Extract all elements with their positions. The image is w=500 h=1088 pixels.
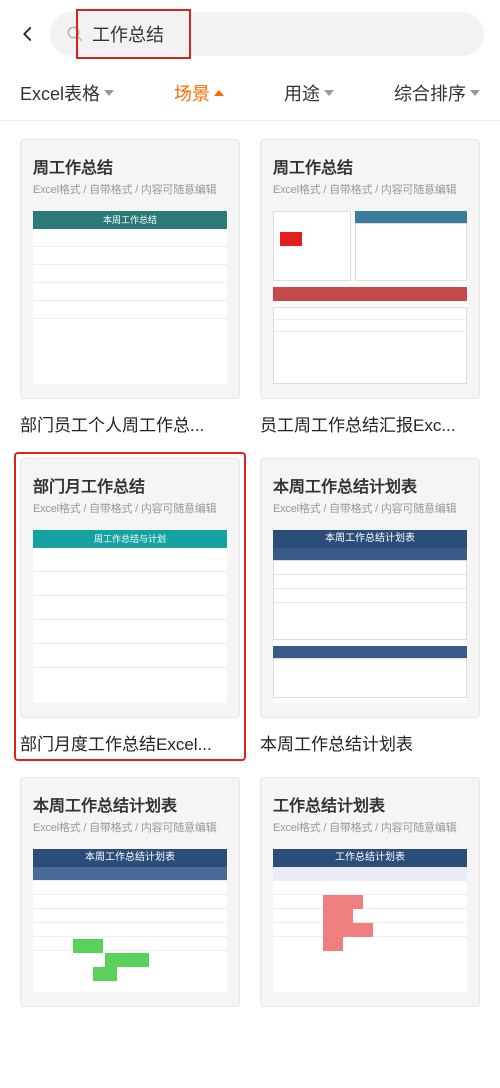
template-caption: 员工周工作总结汇报Exc... (260, 411, 480, 436)
template-thumbnail: 部门月工作总结 Excel格式 / 自带格式 / 内容可随意编辑 周工作总结与计… (20, 458, 240, 718)
template-grid: 周工作总结 Excel格式 / 自带格式 / 内容可随意编辑 本周工作总结 部门… (0, 121, 500, 1025)
template-card[interactable]: 周工作总结 Excel格式 / 自带格式 / 内容可随意编辑 本周工作总结 部门… (20, 139, 240, 436)
thumb-preview: 周工作总结与计划 (33, 530, 227, 703)
thumb-subtitle: Excel格式 / 自带格式 / 内容可随意编辑 (273, 181, 467, 197)
header: 工作总结 (0, 0, 500, 78)
thumb-subtitle: Excel格式 / 自带格式 / 内容可随意编辑 (33, 181, 227, 197)
thumb-preview: 工作总结计划表 (273, 849, 467, 992)
chevron-down-icon (104, 90, 114, 96)
thumb-subtitle: Excel格式 / 自带格式 / 内容可随意编辑 (33, 500, 227, 516)
back-button[interactable] (16, 22, 40, 46)
template-card[interactable]: 周工作总结 Excel格式 / 自带格式 / 内容可随意编辑 (260, 139, 480, 436)
thumb-title: 本周工作总结计划表 (273, 473, 467, 497)
thumb-subtitle: Excel格式 / 自带格式 / 内容可随意编辑 (273, 500, 467, 516)
thumb-title: 部门月工作总结 (33, 473, 227, 497)
template-card[interactable]: 本周工作总结计划表 Excel格式 / 自带格式 / 内容可随意编辑 本周工作总… (20, 777, 240, 1007)
filter-label: 综合排序 (394, 80, 466, 106)
filter-scene[interactable]: 场景 (174, 80, 224, 106)
thumb-title: 本周工作总结计划表 (33, 792, 227, 816)
table-header-bar: 本周工作总结 (33, 211, 227, 229)
template-caption: 部门月度工作总结Excel... (20, 730, 240, 755)
chevron-down-icon (470, 90, 480, 96)
thumb-subtitle: Excel格式 / 自带格式 / 内容可随意编辑 (33, 819, 227, 835)
thumb-preview: 本周工作总结 (33, 211, 227, 384)
thumb-preview: 本周工作总结计划表 (273, 530, 467, 703)
template-thumbnail: 周工作总结 Excel格式 / 自带格式 / 内容可随意编辑 本周工作总结 (20, 139, 240, 399)
template-card[interactable]: 工作总结计划表 Excel格式 / 自带格式 / 内容可随意编辑 工作总结计划表 (260, 777, 480, 1007)
thumb-preview: 本周工作总结计划表 (33, 849, 227, 992)
template-caption: 部门员工个人周工作总... (20, 411, 240, 436)
table-header-bar: 工作总结计划表 (273, 849, 467, 867)
highlight-search (76, 9, 191, 59)
chevron-down-icon (324, 90, 334, 96)
template-thumbnail: 周工作总结 Excel格式 / 自带格式 / 内容可随意编辑 (260, 139, 480, 399)
search-bar[interactable]: 工作总结 (50, 12, 484, 56)
template-thumbnail: 本周工作总结计划表 Excel格式 / 自带格式 / 内容可随意编辑 本周工作总… (260, 458, 480, 718)
filter-label: 场景 (174, 80, 210, 106)
filter-usage[interactable]: 用途 (284, 80, 334, 106)
chevron-left-icon (19, 25, 37, 43)
filter-bar: Excel表格 场景 用途 综合排序 (0, 78, 500, 121)
template-caption: 本周工作总结计划表 (260, 730, 480, 755)
chevron-up-icon (214, 90, 224, 96)
table-header-bar: 本周工作总结计划表 (33, 849, 227, 867)
thumb-subtitle: Excel格式 / 自带格式 / 内容可随意编辑 (273, 819, 467, 835)
template-card-highlighted[interactable]: 部门月工作总结 Excel格式 / 自带格式 / 内容可随意编辑 周工作总结与计… (14, 452, 246, 761)
template-card[interactable]: 本周工作总结计划表 Excel格式 / 自带格式 / 内容可随意编辑 本周工作总… (260, 458, 480, 755)
template-thumbnail: 本周工作总结计划表 Excel格式 / 自带格式 / 内容可随意编辑 本周工作总… (20, 777, 240, 1007)
template-thumbnail: 工作总结计划表 Excel格式 / 自带格式 / 内容可随意编辑 工作总结计划表 (260, 777, 480, 1007)
filter-sort[interactable]: 综合排序 (394, 80, 480, 106)
thumb-title: 周工作总结 (33, 154, 227, 178)
filter-excel[interactable]: Excel表格 (20, 80, 114, 106)
thumb-title: 周工作总结 (273, 154, 467, 178)
table-header-bar: 本周工作总结计划表 (273, 530, 467, 548)
thumb-preview (273, 211, 467, 384)
thumb-title: 工作总结计划表 (273, 792, 467, 816)
table-header-bar: 周工作总结与计划 (33, 530, 227, 548)
filter-label: Excel表格 (20, 80, 100, 106)
filter-label: 用途 (284, 80, 320, 106)
